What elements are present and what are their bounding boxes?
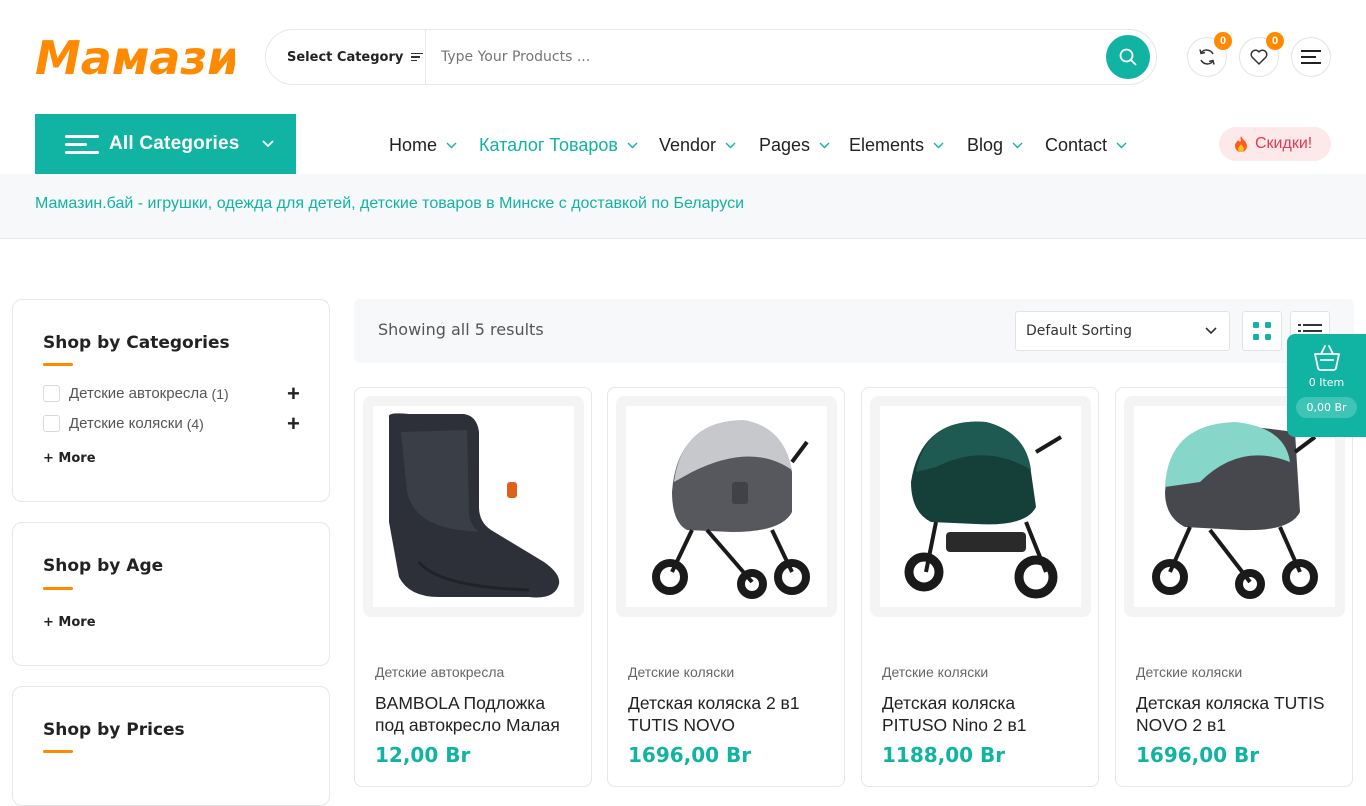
product-image[interactable] <box>363 396 584 617</box>
search-button[interactable] <box>1106 35 1150 79</box>
category-select-label: Select Category <box>287 49 404 65</box>
product-category[interactable]: Детские автокресла <box>375 664 504 680</box>
filter-age-panel <box>12 522 330 666</box>
hamburger-icon <box>1301 50 1321 64</box>
chevron-down-icon <box>1205 327 1217 335</box>
car-seat-liner-image <box>388 412 559 597</box>
nav-label: Blog <box>967 134 1004 155</box>
title-underline <box>43 363 73 366</box>
product-card[interactable]: Детские автокресла BAMBOLA Подложка под … <box>354 387 592 787</box>
heart-icon <box>1250 49 1268 65</box>
sort-select[interactable]: Default Sorting <box>1015 311 1230 351</box>
stroller-gray-image <box>651 419 810 599</box>
category-filter-label: Детские коляски <box>69 415 183 432</box>
sale-label: Скидки! <box>1255 135 1313 152</box>
filter-age-title: Shop by Age <box>43 556 164 576</box>
search-input[interactable] <box>426 30 1106 84</box>
categories-more-link[interactable]: + More <box>43 451 96 466</box>
search-bar: Select Category <box>265 29 1157 85</box>
filter-prices-title: Shop by Prices <box>43 720 185 740</box>
chevron-down-icon <box>725 142 736 148</box>
expand-plus-icon[interactable]: + <box>287 413 300 435</box>
chevron-down-icon <box>446 142 457 148</box>
product-name[interactable]: Детская коляска 2 в1 TUTIS NOVO <box>628 692 828 736</box>
filter-categories-title: Shop by Categories <box>43 333 230 353</box>
checkbox[interactable] <box>43 415 60 432</box>
compare-count-badge: 0 <box>1214 32 1232 50</box>
product-name[interactable]: Детская коляска TUTIS NOVO 2 в1 <box>1136 692 1336 736</box>
chevron-down-icon <box>1012 142 1023 148</box>
product-category[interactable]: Детские коляски <box>628 664 734 680</box>
basket-icon <box>1313 345 1340 371</box>
product-price: 12,00 Br <box>375 743 471 767</box>
grid-view-button[interactable] <box>1242 311 1282 351</box>
nav-label: Elements <box>849 134 925 155</box>
product-price: 1696,00 Br <box>628 743 752 767</box>
nav-label: Vendor <box>659 134 717 155</box>
nav-item-blog[interactable]: Blog <box>967 135 1023 156</box>
sort-selected-label: Default Sorting <box>1026 323 1132 339</box>
product-category[interactable]: Детские коляски <box>1136 664 1242 680</box>
chevron-down-icon <box>933 142 944 148</box>
results-count: Showing all 5 results <box>378 320 544 339</box>
flame-icon <box>1235 136 1247 152</box>
product-card[interactable]: Детские коляски Детская коляска TUTIS NO… <box>1115 387 1353 787</box>
wishlist-count-badge: 0 <box>1266 32 1284 50</box>
breadcrumb[interactable]: Мамазин.бай - игрушки, одежда для детей,… <box>35 195 744 213</box>
title-underline <box>43 587 73 590</box>
chevron-down-icon <box>1116 142 1127 148</box>
category-filter-count: (4) <box>186 415 204 432</box>
main-nav: Home Каталог Товаров Vendor Pages Elemen… <box>0 130 1366 160</box>
product-card[interactable]: Детские коляски Детская коляска PITUSO N… <box>861 387 1099 787</box>
cart-item-count: 0 Item <box>1308 376 1345 389</box>
stroller-green-image <box>904 421 1062 598</box>
category-filter-item[interactable]: Детские коляски (4) <box>43 415 204 432</box>
nav-label: Pages <box>759 134 811 155</box>
product-price: 1696,00 Br <box>1136 743 1260 767</box>
chevron-down-icon <box>819 142 830 148</box>
nav-item-vendor[interactable]: Vendor <box>659 135 736 156</box>
checkbox[interactable] <box>43 385 60 402</box>
category-select[interactable]: Select Category <box>266 30 426 84</box>
product-card[interactable]: Детские коляски Детская коляска 2 в1 TUT… <box>607 387 845 787</box>
title-underline <box>43 750 73 753</box>
nav-label: Home <box>389 134 438 155</box>
product-category[interactable]: Детские коляски <box>882 664 988 680</box>
product-price: 1188,00 Br <box>882 743 1006 767</box>
product-name[interactable]: Детская коляска PITUSO Nino 2 в1 <box>882 692 1082 736</box>
nav-label: Contact <box>1045 134 1108 155</box>
mini-cart-widget[interactable]: 0 Item 0,00 Br <box>1287 334 1366 437</box>
menu-button[interactable] <box>1291 37 1331 77</box>
nav-item-elements[interactable]: Elements <box>849 135 944 156</box>
nav-item-pages[interactable]: Pages <box>759 135 830 156</box>
site-logo[interactable]: Мамазин <box>35 30 271 85</box>
filter-prices-panel <box>12 686 330 806</box>
category-filter-count: (1) <box>211 385 229 402</box>
expand-plus-icon[interactable]: + <box>287 383 300 405</box>
logo-text: Мамазин <box>35 31 235 82</box>
category-filter-label: Детские автокресла <box>69 385 208 402</box>
nav-item-home[interactable]: Home <box>389 135 457 156</box>
menu-lines-icon <box>411 51 424 64</box>
refresh-icon <box>1199 49 1215 65</box>
search-icon <box>1119 48 1137 66</box>
sale-button[interactable]: Скидки! <box>1219 127 1331 161</box>
grid-icon <box>1253 322 1271 340</box>
product-name[interactable]: BAMBOLA Подложка под автокресло Малая <box>375 692 575 736</box>
cart-total: 0,00 Br <box>1296 397 1357 418</box>
product-image[interactable] <box>870 396 1091 617</box>
product-image[interactable] <box>616 396 837 617</box>
stroller-mint-image <box>1151 421 1318 599</box>
category-filter-item[interactable]: Детские автокресла (1) <box>43 385 229 402</box>
chevron-down-icon <box>627 142 638 148</box>
nav-item-contact[interactable]: Contact <box>1045 135 1127 156</box>
nav-label: Каталог Товаров <box>479 134 618 155</box>
age-more-link[interactable]: + More <box>43 615 96 630</box>
nav-item-catalog[interactable]: Каталог Товаров <box>479 135 638 156</box>
